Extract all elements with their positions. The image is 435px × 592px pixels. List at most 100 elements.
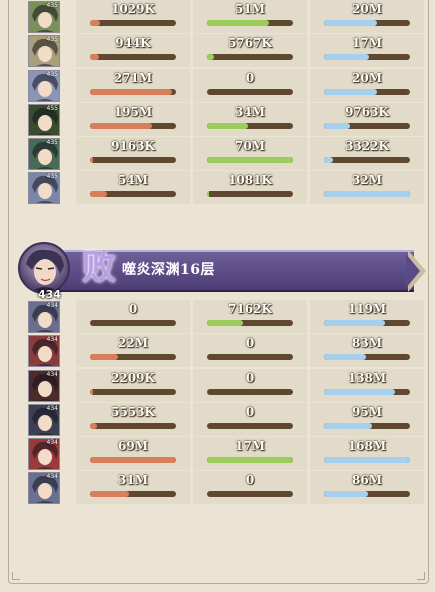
hero-portrait[interactable]: 434 (28, 335, 60, 368)
enemy-leader-avatar[interactable] (18, 242, 70, 294)
hero-stat-row: 455 195M 34M 9763K (18, 102, 424, 137)
damage-cell: 69M (76, 437, 190, 471)
hero-stat-row: 434 2209K 0 138M (18, 368, 424, 403)
healing-value: 17M (235, 439, 265, 454)
damage-cell: 195M (76, 102, 190, 136)
hero-level: 455 (46, 104, 58, 112)
damage-value: 1029K (111, 2, 155, 16)
taken-cell: 138M (310, 368, 424, 402)
hero-portrait[interactable]: 435 (28, 172, 60, 205)
hero-level: 435 (46, 173, 58, 181)
hero-portrait[interactable]: 434 (28, 472, 60, 505)
healing-value: 0 (245, 473, 255, 488)
taken-bar (324, 88, 410, 95)
damage-bar (90, 88, 176, 95)
frame-corner (417, 572, 425, 580)
healing-bar (207, 20, 293, 26)
enemy-team-banner: 败 噬炎深渊16层 434 (18, 240, 432, 301)
damage-value: 271M (113, 70, 153, 85)
healing-cell: 51M (193, 0, 307, 33)
healing-value: 0 (245, 336, 255, 351)
damage-value: 2209K (111, 370, 155, 385)
stage-name: 噬炎深渊16层 (122, 262, 215, 278)
hero-portrait[interactable]: 434 (28, 403, 60, 436)
damage-bar (90, 388, 176, 395)
damage-bar (90, 422, 176, 429)
hero-stat-row: 435 54M 1081K 32M (18, 171, 424, 205)
hero-portrait[interactable]: 435 (28, 138, 60, 171)
hero-portrait[interactable]: 435 (28, 1, 60, 33)
damage-value: 9163K (111, 139, 155, 154)
taken-value: 20M (352, 70, 382, 85)
healing-bar (207, 422, 293, 429)
taken-cell: 17M (310, 34, 424, 68)
taken-bar-fill (324, 320, 386, 326)
taken-bar-fill (324, 388, 395, 395)
damage-bar-fill (90, 122, 152, 129)
healing-value: 0 (245, 404, 255, 419)
hero-level: 435 (46, 70, 58, 78)
damage-value: 944K (115, 36, 151, 51)
taken-bar-fill (324, 191, 410, 198)
healing-cell: 7162K (193, 300, 307, 333)
taken-value: 86M (352, 473, 382, 488)
damage-value: 5553K (111, 404, 155, 419)
healing-cell: 5767K (193, 34, 307, 68)
damage-bar (90, 457, 176, 464)
damage-bar-fill (90, 20, 101, 26)
hero-portrait[interactable]: 455 (28, 103, 60, 136)
hero-portrait[interactable]: 435 (28, 35, 60, 68)
taken-cell: 168M (310, 437, 424, 471)
healing-bar (207, 54, 293, 61)
taken-bar (324, 422, 410, 429)
healing-cell: 0 (193, 368, 307, 402)
hero-stat-row: 434 22M 0 83M (18, 334, 424, 368)
healing-cell: 1081K (193, 171, 307, 205)
taken-bar-fill (324, 157, 333, 164)
taken-bar (324, 20, 410, 26)
taken-bar-fill (324, 354, 367, 361)
damage-cell: 0 (76, 300, 190, 333)
hero-stat-row: 434 5553K 0 95M (18, 402, 424, 437)
healing-value: 70M (235, 139, 265, 154)
taken-value: 9763K (345, 104, 389, 119)
damage-bar-fill (90, 491, 129, 498)
damage-bar (90, 54, 176, 61)
hero-stat-row: 435 944K 5767K 17M (18, 34, 424, 68)
battle-result-text: 败 (82, 248, 116, 288)
taken-value: 138M (347, 370, 387, 385)
healing-cell: 34M (193, 102, 307, 136)
hero-stat-row: 435 271M 0 20M (18, 68, 424, 103)
healing-bar (207, 354, 293, 361)
taken-value: 3322K (345, 139, 389, 154)
hero-portrait[interactable]: 434 (28, 369, 60, 402)
damage-value: 0 (128, 302, 138, 316)
hero-portrait[interactable]: 435 (28, 69, 60, 102)
damage-cell: 9163K (76, 137, 190, 171)
hero-level: 435 (46, 2, 58, 9)
taken-bar (324, 388, 410, 395)
healing-bar-fill (207, 157, 293, 164)
damage-cell: 54M (76, 171, 190, 205)
frame-corner (12, 572, 20, 580)
damage-bar (90, 191, 176, 198)
taken-bar-fill (324, 88, 378, 95)
hero-level: 435 (46, 36, 58, 44)
taken-value: 32M (352, 173, 382, 188)
hero-level: 434 (46, 302, 58, 309)
damage-bar (90, 491, 176, 498)
taken-value: 83M (352, 336, 382, 351)
healing-cell: 0 (193, 68, 307, 102)
taken-value: 168M (347, 439, 387, 454)
damage-value: 69M (118, 439, 148, 454)
healing-cell: 70M (193, 137, 307, 171)
healing-value: 0 (245, 70, 255, 85)
hero-portrait[interactable]: 434 (28, 438, 60, 471)
damage-bar-fill (90, 354, 118, 361)
damage-bar-fill (90, 191, 108, 198)
battle-stats-panel: 435 1029K 51M 20M 435 944K 5767K 17M 435 271M 0 20M… (0, 0, 435, 592)
taken-bar-fill (324, 122, 350, 129)
hero-portrait[interactable]: 434 (28, 301, 60, 333)
damage-bar (90, 20, 176, 26)
damage-bar-fill (90, 422, 97, 429)
